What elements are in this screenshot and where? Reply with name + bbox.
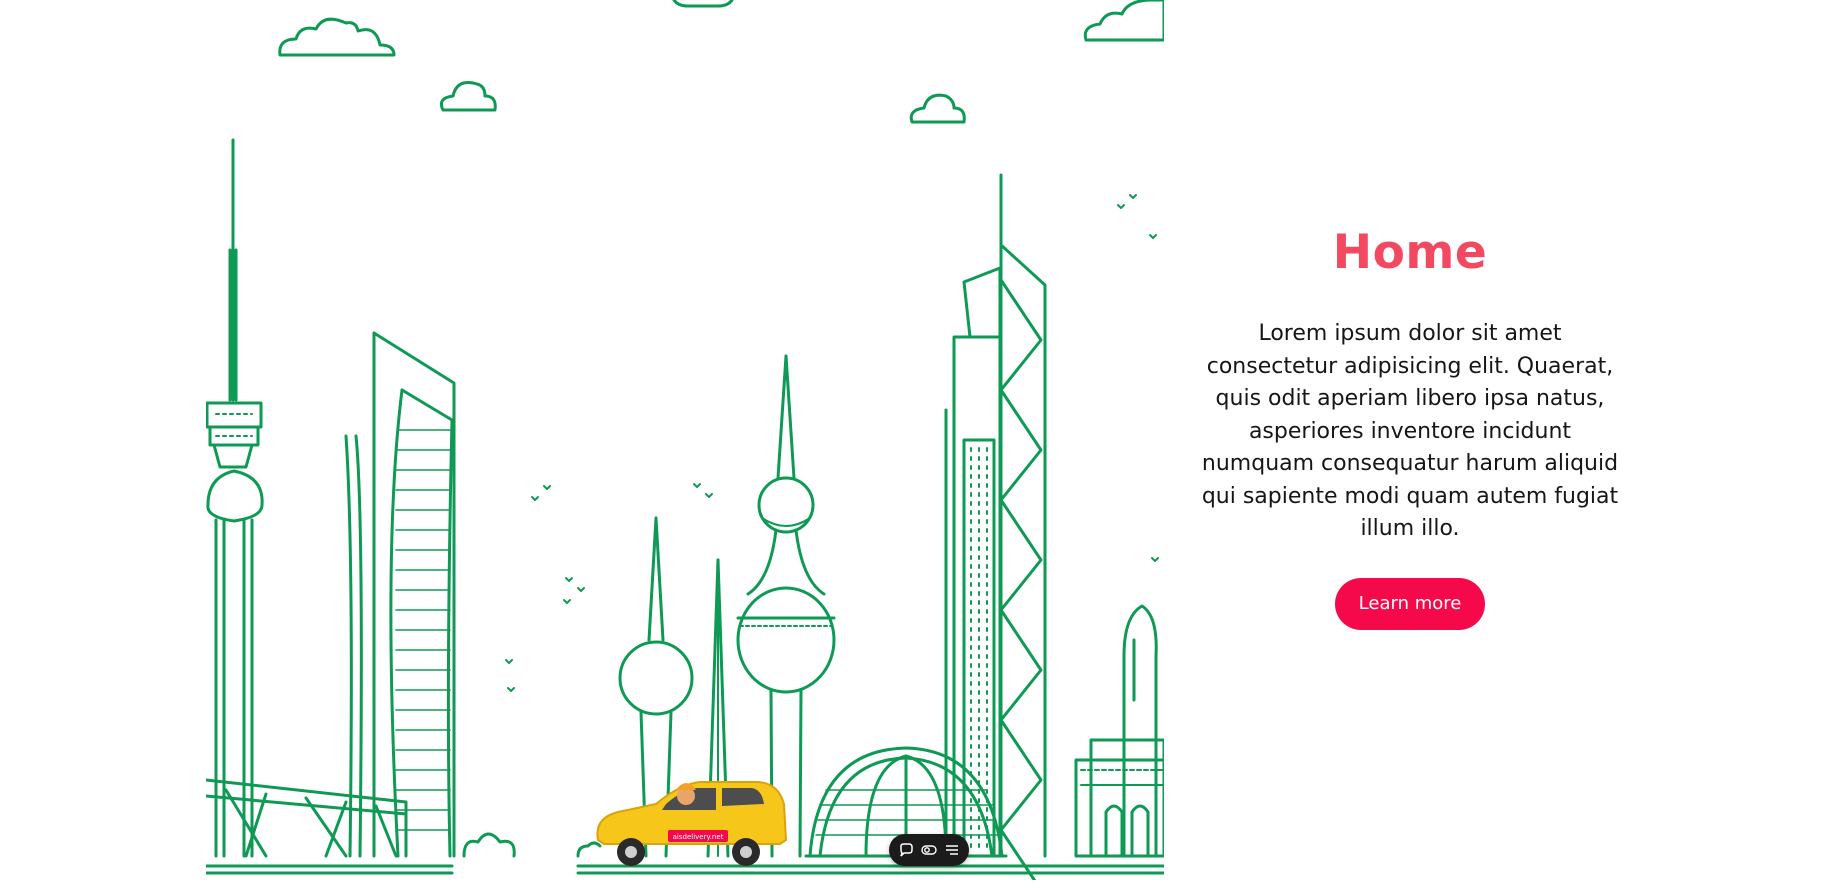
toggle-button[interactable]	[919, 840, 939, 860]
toggle-icon	[921, 845, 937, 855]
cloud-icon	[278, 17, 396, 57]
skyline-svg: aisdelivery.net	[206, 0, 1164, 880]
hero-panel: Home Lorem ipsum dolor sit amet consecte…	[1195, 220, 1625, 630]
cloud-icon	[672, 0, 734, 8]
floating-toolbar	[889, 834, 969, 866]
hamra-skyscraper	[944, 173, 1047, 880]
menu-icon	[945, 845, 958, 855]
page-title: Home	[1332, 225, 1488, 280]
hero-description: Lorem ipsum dolor sit amet consectetur a…	[1201, 321, 1619, 541]
liberation-tower	[206, 138, 264, 858]
learn-more-button[interactable]: Learn more	[1334, 577, 1486, 630]
cloud-icon	[1083, 0, 1164, 42]
mosque-building	[1074, 604, 1164, 858]
chat-icon	[900, 843, 914, 857]
chat-button[interactable]	[896, 840, 916, 860]
cloud-icon	[909, 93, 966, 124]
cloud-icon	[439, 81, 497, 112]
kuwait-skyline-illustration: aisdelivery.net	[206, 0, 1164, 880]
menu-button[interactable]	[942, 840, 962, 860]
hamra-tower	[206, 331, 602, 858]
delivery-car: aisdelivery.net	[596, 781, 788, 866]
car-sign-text: aisdelivery.net	[673, 833, 724, 841]
page: aisdelivery.net Home Lorem ipsum dolor s…	[0, 0, 1839, 888]
